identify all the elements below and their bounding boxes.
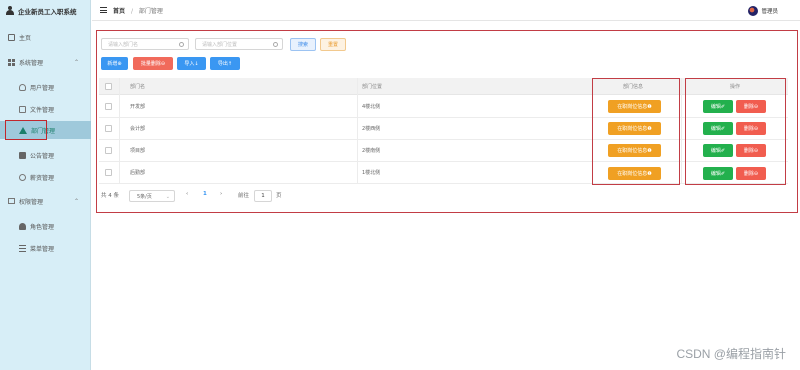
total-count: 共 4 条: [101, 193, 119, 199]
sidebar-item-label: 薪资管理: [30, 174, 55, 182]
search-button[interactable]: 搜索: [290, 38, 316, 51]
hamburger-menu-icon[interactable]: [100, 7, 107, 13]
sidebar-item-files[interactable]: 文件管理: [0, 100, 91, 118]
info-column-highlight-frame: [592, 78, 680, 185]
chevron-down-icon: ⌄: [165, 194, 170, 200]
department-name-input[interactable]: 请输入部门名: [101, 38, 189, 50]
column-header-name: 部门名: [130, 83, 146, 90]
input-placeholder: 请输入部门名: [108, 41, 139, 48]
sidebar-item-announcements[interactable]: 公告管理: [0, 146, 91, 164]
watermark: CSDN @编程指南针: [676, 347, 786, 361]
row-checkbox[interactable]: [105, 169, 112, 176]
import-button[interactable]: 导入↓: [177, 57, 206, 70]
prev-page-button[interactable]: ‹: [186, 191, 188, 197]
add-button[interactable]: 新增⊕: [101, 57, 128, 70]
next-page-button[interactable]: ›: [220, 191, 222, 197]
user-menu[interactable]: 管理员: [748, 6, 778, 16]
app-title: 企业新员工入职系统: [18, 7, 77, 16]
page-size-value: 5条/页: [137, 193, 152, 200]
person-icon: [19, 222, 26, 230]
goto-label: 前往: [238, 193, 250, 199]
export-button[interactable]: 导出↑: [210, 57, 240, 70]
sidebar-item-label: 角色管理: [30, 223, 55, 231]
reset-button[interactable]: 重置: [320, 38, 346, 51]
coin-icon: [19, 173, 26, 181]
sidebar-item-label: 用户管理: [30, 84, 55, 92]
department-location-input[interactable]: 请输入部门位置: [195, 38, 283, 50]
batch-delete-button[interactable]: 批量删除⊖: [133, 57, 173, 70]
breadcrumb-home[interactable]: 首页: [113, 8, 125, 15]
department-location: 2楼南侧: [362, 148, 381, 154]
department-name: 会计部: [130, 126, 146, 132]
location-icon: [273, 42, 278, 47]
sidebar-item-menus[interactable]: 菜单管理: [0, 239, 91, 257]
sidebar: 企业新员工入职系统 主页 系统管理 ⌃ 用户管理 文件管理 部门管理 公告管理 …: [0, 0, 91, 370]
top-header: 首页 / 部门管理 管理员: [92, 0, 800, 21]
chat-icon: [19, 151, 26, 159]
row-checkbox[interactable]: [105, 125, 112, 132]
user-icon: [19, 83, 26, 91]
document-icon: [19, 105, 26, 113]
sidebar-item-label: 公告管理: [30, 152, 55, 160]
monitor-icon: [8, 198, 15, 204]
avatar: [748, 6, 759, 16]
sidebar-item-users[interactable]: 用户管理: [0, 78, 91, 96]
search-icon: [179, 42, 184, 47]
department-name: 项目部: [130, 148, 146, 154]
breadcrumb-separator: /: [130, 7, 133, 15]
goto-suffix: 页: [276, 193, 282, 199]
column-header-location: 部门位置: [362, 83, 383, 90]
user-name: 管理员: [761, 9, 778, 15]
input-placeholder: 请输入部门位置: [202, 41, 238, 48]
highlight-frame: [5, 120, 47, 140]
chevron-up-icon: ⌃: [73, 197, 79, 205]
sidebar-item-label: 系统管理: [19, 59, 44, 67]
sidebar-item-system[interactable]: 系统管理 ⌃: [0, 53, 91, 71]
sidebar-item-home[interactable]: 主页: [0, 28, 91, 46]
sidebar-item-label: 文件管理: [30, 106, 55, 114]
menu-list-icon: [19, 244, 26, 252]
select-all-checkbox[interactable]: [105, 83, 112, 90]
sidebar-item-label: 菜单管理: [30, 245, 55, 253]
breadcrumb: 首页 / 部门管理: [113, 6, 163, 15]
department-location: 4楼北侧: [362, 104, 381, 110]
goto-page-input[interactable]: 1: [254, 190, 272, 202]
current-page-number[interactable]: 1: [203, 191, 207, 197]
actions-column-highlight-frame: [685, 78, 786, 185]
department-name: 开发部: [130, 104, 146, 110]
row-checkbox[interactable]: [105, 103, 112, 110]
home-icon: [8, 33, 15, 41]
chevron-up-icon: ⌃: [73, 58, 79, 66]
breadcrumb-current: 部门管理: [138, 7, 163, 15]
app-brand: 企业新员工入职系统: [0, 0, 90, 21]
sidebar-item-salary[interactable]: 薪资管理: [0, 168, 91, 186]
user-logo-icon: [6, 6, 14, 15]
sidebar-item-permissions[interactable]: 权限管理 ⌃: [0, 192, 91, 210]
sidebar-item-label: 权限管理: [19, 198, 44, 206]
page-size-select[interactable]: 5条/页 ⌄: [129, 190, 175, 202]
department-location: 2楼西侧: [362, 126, 381, 132]
grid-icon: [8, 58, 15, 66]
department-location: 1楼北侧: [362, 170, 381, 176]
department-name: 后勤部: [130, 170, 146, 176]
sidebar-item-roles[interactable]: 角色管理: [0, 217, 91, 235]
row-checkbox[interactable]: [105, 147, 112, 154]
sidebar-item-label: 主页: [19, 34, 32, 42]
